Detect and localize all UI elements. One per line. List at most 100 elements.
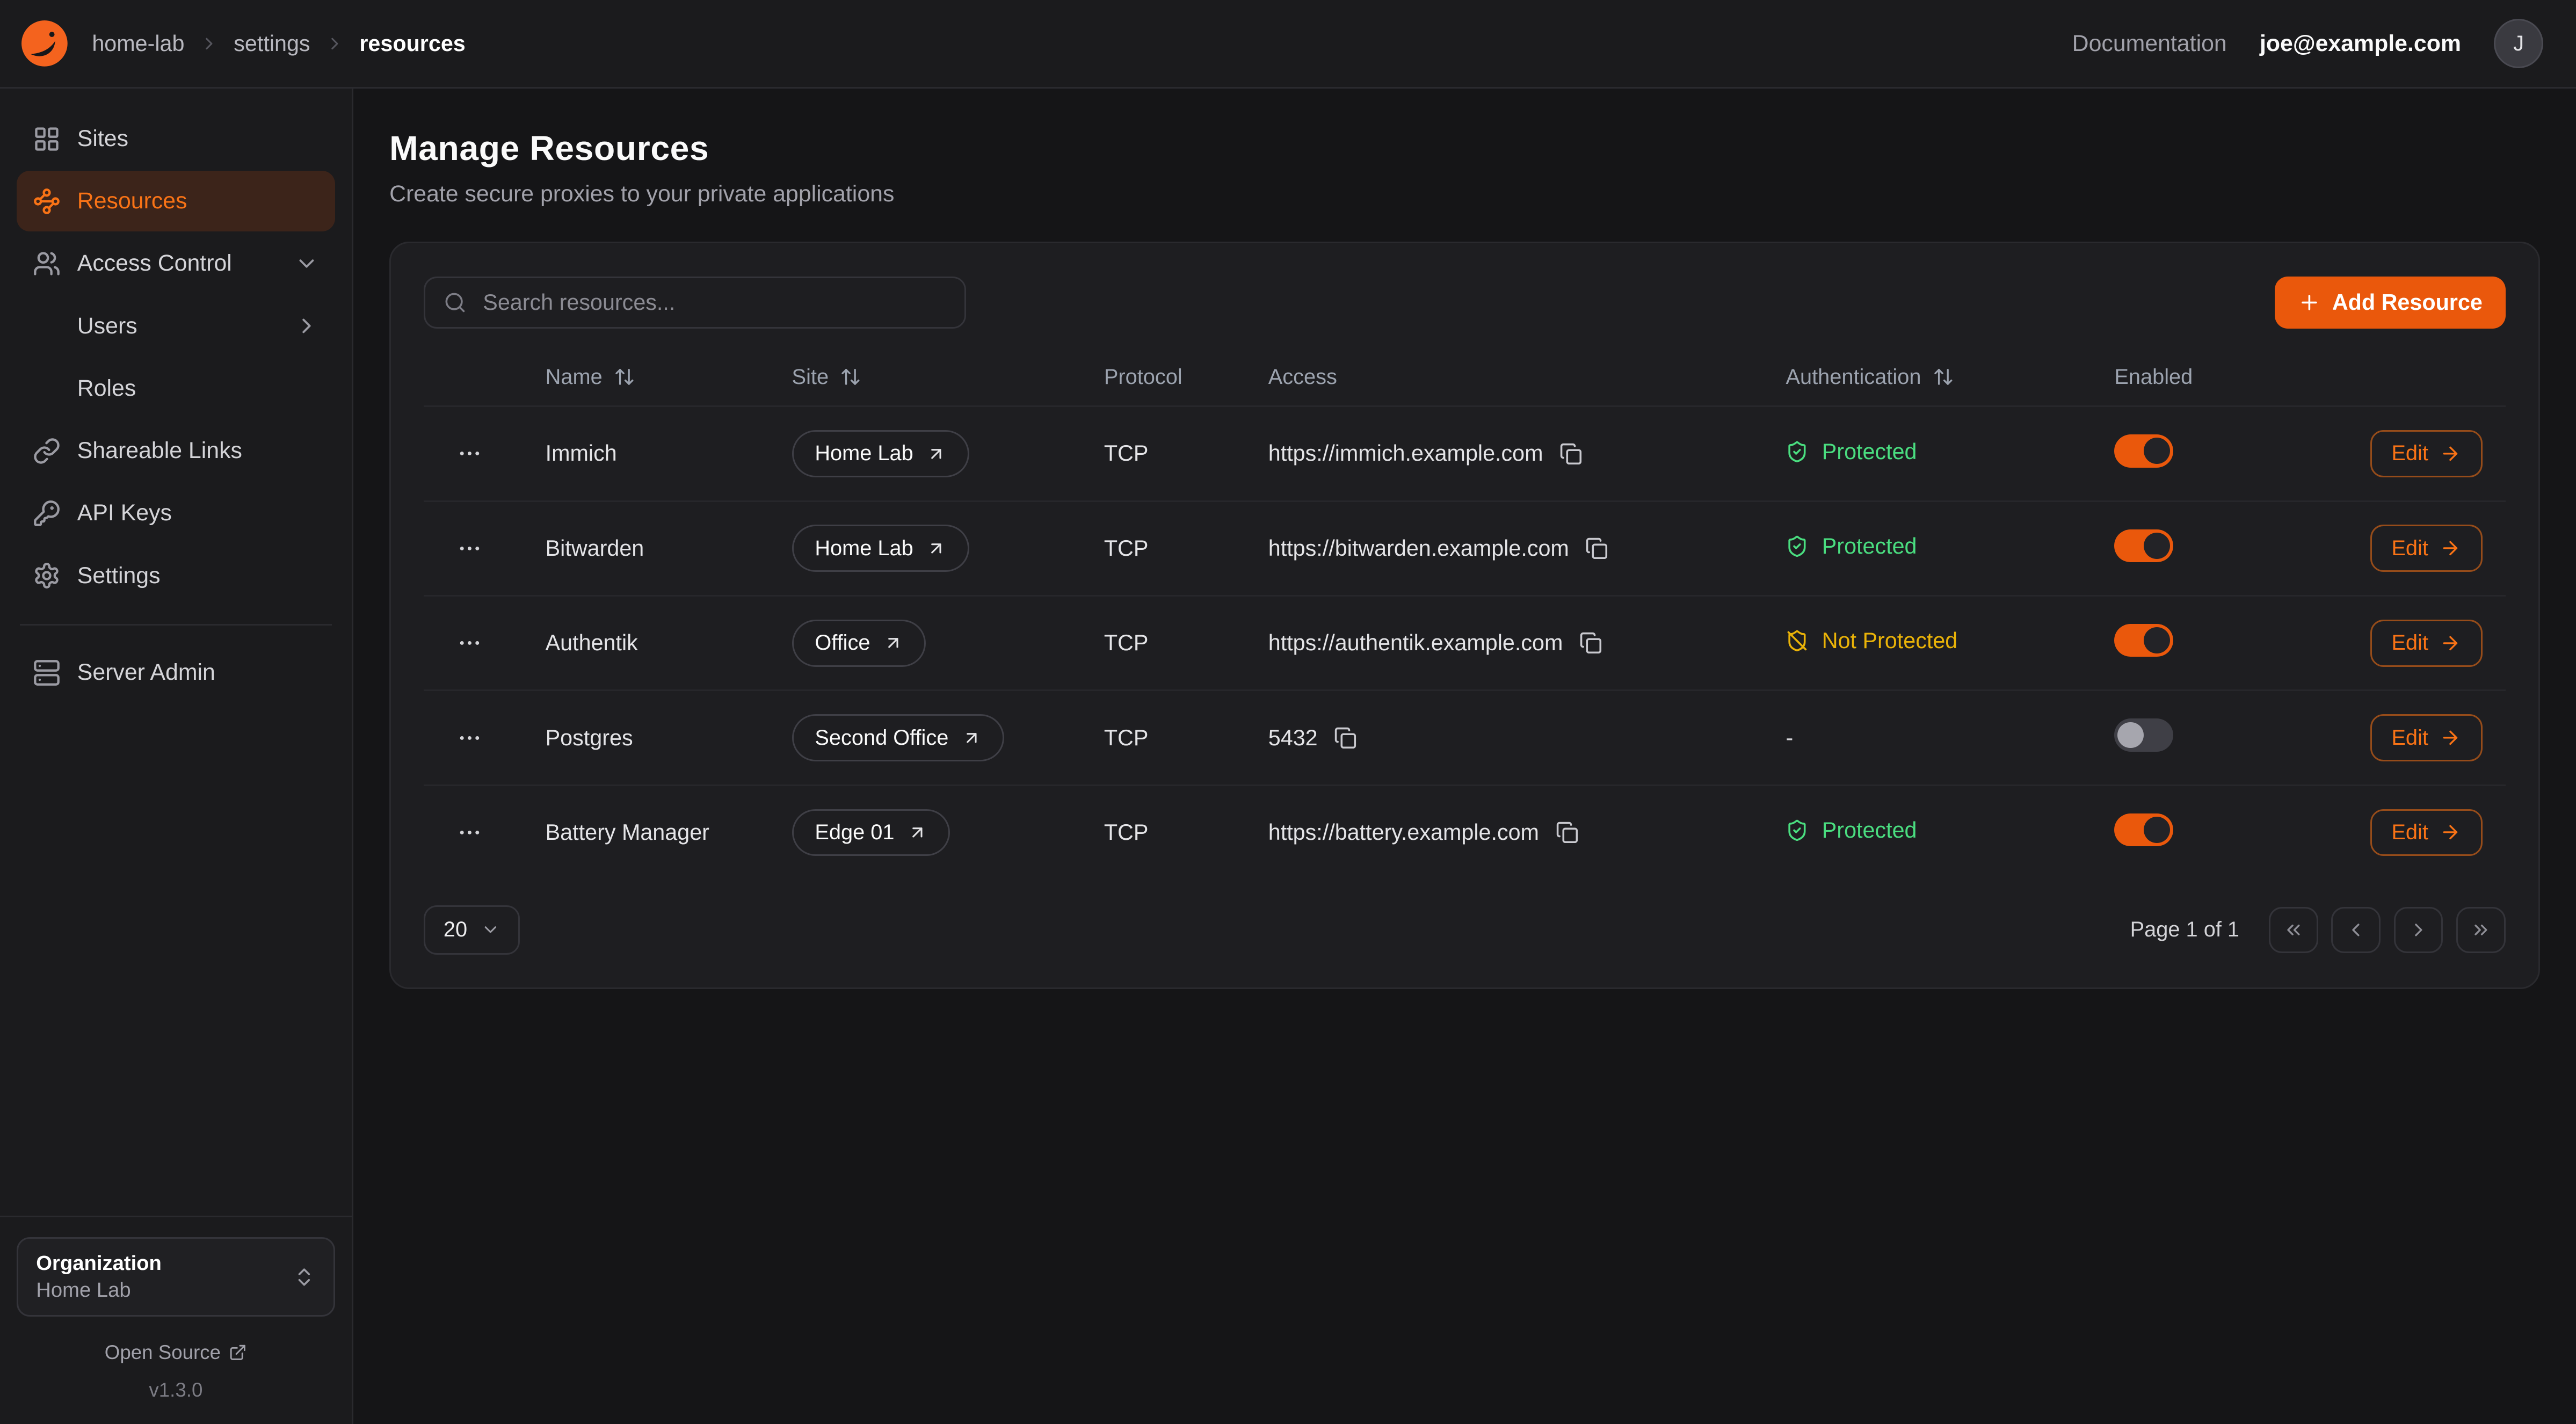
- sidebar-item-shareable-links[interactable]: Shareable Links: [17, 420, 336, 481]
- card-toolbar: Add Resource: [424, 277, 2505, 329]
- next-page-button[interactable]: [2394, 907, 2443, 953]
- app-root: home-lab settings resources Documentatio…: [0, 0, 2576, 1424]
- row-actions-button[interactable]: [447, 435, 493, 471]
- open-source-link[interactable]: Open Source: [17, 1341, 336, 1364]
- auth-label: Protected: [1822, 534, 1917, 559]
- row-actions-button[interactable]: [447, 720, 493, 755]
- access-url: https://authentik.example.com: [1268, 630, 1563, 656]
- edit-button[interactable]: Edit: [2370, 620, 2483, 667]
- auth-status: Protected: [1786, 818, 1917, 843]
- arrow-up-right-icon: [883, 633, 903, 653]
- sidebar-item-roles[interactable]: Roles: [17, 358, 336, 419]
- users-icon: [33, 250, 61, 278]
- site-link[interactable]: Second Office: [792, 714, 1005, 761]
- site-name: Second Office: [815, 726, 948, 750]
- arrow-up-right-icon: [926, 444, 946, 464]
- app-logo-icon[interactable]: [20, 19, 69, 68]
- prev-page-button[interactable]: [2331, 907, 2381, 953]
- resources-table: Name Site Protocol Access Authentication…: [424, 348, 2505, 879]
- protocol: TCP: [1104, 725, 1149, 750]
- auth-status: Not Protected: [1786, 628, 1957, 653]
- sidebar-divider: [20, 624, 332, 626]
- access-cell: https://immich.example.com: [1268, 441, 1753, 466]
- auth-label: -: [1786, 725, 1793, 751]
- access-url: https://immich.example.com: [1268, 441, 1543, 466]
- edit-button[interactable]: Edit: [2370, 525, 2483, 572]
- sidebar-item-users[interactable]: Users: [17, 296, 336, 357]
- user-email[interactable]: joe@example.com: [2260, 31, 2461, 57]
- version-label: v1.3.0: [17, 1379, 336, 1401]
- header-access: Access: [1252, 348, 1769, 406]
- documentation-link[interactable]: Documentation: [2072, 31, 2227, 57]
- resource-name: Authentik: [546, 630, 638, 655]
- main-content: Manage Resources Create secure proxies t…: [353, 89, 2576, 1424]
- arrow-up-right-icon: [926, 539, 946, 558]
- grid-icon: [33, 125, 61, 153]
- copy-icon[interactable]: [1559, 442, 1583, 466]
- copy-icon[interactable]: [1334, 726, 1357, 750]
- sort-icon: [614, 366, 635, 388]
- search-box: [424, 277, 966, 329]
- site-link[interactable]: Home Lab: [792, 430, 969, 477]
- enabled-toggle[interactable]: [2114, 718, 2173, 751]
- topbar: home-lab settings resources Documentatio…: [0, 0, 2576, 89]
- gear-icon: [33, 562, 61, 590]
- resources-card: Add Resource Name S: [389, 242, 2540, 989]
- last-page-button[interactable]: [2456, 907, 2506, 953]
- sidebar-item-label: Roles: [77, 375, 136, 402]
- access-cell: https://authentik.example.com: [1268, 630, 1753, 656]
- sort-icon: [1933, 366, 1954, 388]
- sidebar-item-api-keys[interactable]: API Keys: [17, 483, 336, 543]
- table-header-row: Name Site Protocol Access Authentication…: [424, 348, 2505, 406]
- copy-icon[interactable]: [1585, 537, 1608, 560]
- add-resource-button[interactable]: Add Resource: [2275, 277, 2506, 329]
- sidebar-item-server-admin[interactable]: Server Admin: [17, 642, 336, 703]
- row-actions-button[interactable]: [447, 815, 493, 851]
- access-cell: 5432: [1268, 725, 1753, 751]
- sidebar-item-resources[interactable]: Resources: [17, 171, 336, 231]
- card-footer: 20 Page 1 of 1: [424, 905, 2505, 955]
- resource-name: Battery Manager: [546, 820, 709, 845]
- header-actions: [424, 348, 529, 406]
- link-icon: [33, 437, 61, 465]
- edit-button[interactable]: Edit: [2370, 714, 2483, 761]
- edit-button[interactable]: Edit: [2370, 430, 2483, 477]
- table-row: Immich Home Lab TCP https://immich.examp…: [424, 406, 2505, 501]
- site-link[interactable]: Office: [792, 620, 926, 667]
- shield-off-icon: [1786, 629, 1809, 652]
- chevron-right-icon: [2408, 919, 2429, 941]
- header-enabled: Enabled: [2098, 348, 2312, 406]
- copy-icon[interactable]: [1579, 631, 1602, 655]
- sidebar-item-sites[interactable]: Sites: [17, 108, 336, 169]
- sidebar-item-settings[interactable]: Settings: [17, 546, 336, 606]
- avatar[interactable]: J: [2494, 19, 2543, 68]
- copy-icon[interactable]: [1556, 821, 1579, 844]
- row-actions-button[interactable]: [447, 625, 493, 661]
- enabled-toggle[interactable]: [2114, 434, 2173, 467]
- search-input[interactable]: [480, 288, 946, 317]
- row-actions-button[interactable]: [447, 531, 493, 566]
- sidebar-item-access-control[interactable]: Access Control: [17, 233, 336, 294]
- access-url: 5432: [1268, 725, 1318, 751]
- arrow-right-icon: [2440, 633, 2461, 654]
- edit-button[interactable]: Edit: [2370, 809, 2483, 856]
- chevrons-left-icon: [2283, 919, 2304, 941]
- page-size-select[interactable]: 20: [424, 905, 520, 955]
- sidebar-item-label: Access Control: [77, 250, 232, 277]
- waypoints-icon: [33, 187, 61, 215]
- breadcrumb-current: resources: [359, 31, 465, 56]
- enabled-toggle[interactable]: [2114, 813, 2173, 846]
- breadcrumb-settings[interactable]: settings: [234, 31, 310, 56]
- shield-check-icon: [1786, 819, 1809, 842]
- breadcrumb-org[interactable]: home-lab: [92, 31, 184, 56]
- arrow-right-icon: [2440, 822, 2461, 843]
- site-link[interactable]: Home Lab: [792, 525, 969, 572]
- site-link[interactable]: Edge 01: [792, 809, 950, 856]
- arrow-up-right-icon: [908, 823, 927, 842]
- organization-value: Home Lab: [36, 1277, 162, 1304]
- first-page-button[interactable]: [2269, 907, 2318, 953]
- enabled-toggle[interactable]: [2114, 529, 2173, 562]
- resource-name: Immich: [546, 441, 617, 466]
- enabled-toggle[interactable]: [2114, 624, 2173, 657]
- organization-selector[interactable]: Organization Home Lab: [17, 1237, 336, 1317]
